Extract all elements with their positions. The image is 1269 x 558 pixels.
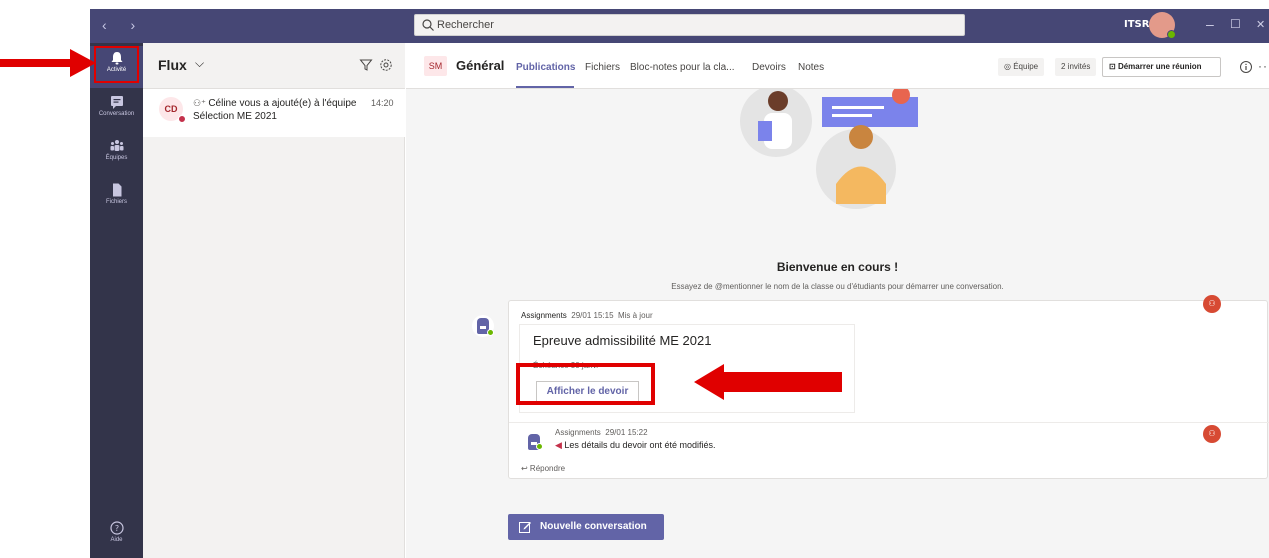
group-icon: ⚇ bbox=[1203, 295, 1221, 313]
conversation-area: Bienvenue en cours ! Essayez de @mention… bbox=[406, 89, 1269, 558]
highlight-box-activity bbox=[94, 46, 139, 83]
avatar: CD bbox=[159, 97, 186, 123]
channel-header: SM Général Publications Fichiers Bloc-no… bbox=[406, 43, 1269, 89]
welcome-title: Bienvenue en cours ! bbox=[776, 260, 899, 274]
divider bbox=[509, 422, 1269, 423]
activity-header: Flux ⌵ bbox=[143, 43, 405, 89]
rail-item-files[interactable]: Fichiers bbox=[90, 178, 143, 220]
welcome-subtitle: Essayez de @mentionner le nom de la clas… bbox=[671, 282, 1004, 291]
red-arrow-annotation bbox=[0, 49, 96, 77]
search-input[interactable]: Rechercher bbox=[414, 14, 965, 36]
activity-title[interactable]: Flux bbox=[158, 57, 187, 73]
new-conversation-label: Nouvelle conversation bbox=[540, 521, 647, 532]
highlight-box-view-assignment bbox=[516, 363, 655, 405]
assignments-bot-avatar bbox=[523, 431, 543, 451]
rail-item-label: Équipes bbox=[105, 155, 128, 161]
compose-icon bbox=[519, 522, 531, 533]
more-options-icon[interactable]: ··· bbox=[1258, 59, 1269, 73]
tab-publications[interactable]: Publications bbox=[516, 62, 575, 73]
app-rail: Activité Conversation Équipes Fichiers ?… bbox=[90, 43, 143, 558]
rail-item-help[interactable]: ? Aide bbox=[90, 516, 143, 558]
assignment-title: Epreuve admissibilité ME 2021 bbox=[533, 333, 712, 348]
post-author: Assignments bbox=[521, 311, 567, 320]
teams-window: ‹ › Rechercher ITSRA – ☐ ✕ Activité Conv… bbox=[0, 0, 1269, 558]
team-add-icon: ⚇⁺ bbox=[193, 98, 209, 108]
red-arrow-annotation bbox=[694, 364, 842, 400]
welcome-illustration bbox=[740, 89, 918, 209]
reply-author: Assignments bbox=[555, 428, 601, 437]
gear-icon[interactable] bbox=[379, 58, 393, 72]
activity-pane: Flux ⌵ CD ⚇⁺ Céline vous a ajouté(e) à l… bbox=[143, 43, 405, 558]
help-icon: ? bbox=[109, 521, 124, 535]
info-icon[interactable] bbox=[1239, 60, 1253, 74]
post-time: 29/01 15:15 bbox=[571, 311, 614, 320]
presence-busy-icon bbox=[178, 115, 186, 123]
user-avatar[interactable] bbox=[1149, 12, 1176, 39]
minimize-button[interactable]: – bbox=[1206, 16, 1214, 32]
video-camera-icon: ⊡ bbox=[1109, 62, 1118, 71]
team-avatar: SM bbox=[424, 56, 447, 76]
search-placeholder: Rechercher bbox=[437, 19, 494, 31]
chevron-down-icon[interactable]: ⌵ bbox=[195, 56, 204, 71]
rail-item-conversation[interactable]: Conversation bbox=[90, 90, 143, 132]
tab-grades[interactable]: Notes bbox=[798, 62, 824, 73]
megaphone-icon: ◀ bbox=[555, 440, 565, 450]
tab-assignments[interactable]: Devoirs bbox=[752, 62, 786, 73]
svg-text:?: ? bbox=[114, 524, 118, 533]
presence-available-icon bbox=[536, 443, 543, 450]
reply-time: 29/01 15:22 bbox=[605, 428, 648, 437]
rail-item-label: Aide bbox=[110, 537, 123, 543]
group-icon: ⚇ bbox=[1203, 425, 1221, 443]
start-meeting-button[interactable]: ⊡ Démarrer une réunion bbox=[1102, 57, 1221, 77]
guests-badge[interactable]: 2 invités bbox=[1055, 58, 1097, 76]
rail-item-label: Conversation bbox=[98, 111, 135, 117]
rail-item-label: Fichiers bbox=[105, 199, 127, 205]
maximize-button[interactable]: ☐ bbox=[1230, 17, 1241, 31]
feed-item-time: 14:20 bbox=[371, 98, 394, 108]
files-icon bbox=[112, 183, 121, 197]
reply-meta: Assignments 29/01 15:22 bbox=[555, 428, 648, 437]
rail-item-teams[interactable]: Équipes bbox=[90, 134, 143, 176]
assignments-bot-avatar bbox=[472, 315, 494, 337]
teams-icon bbox=[110, 140, 123, 151]
nav-arrows[interactable]: ‹ › bbox=[102, 17, 145, 33]
presence-available-icon bbox=[487, 329, 494, 336]
feed-item-content: ⚇⁺ Céline vous a ajouté(e) à l'équipe Sé… bbox=[193, 97, 363, 123]
feed-item-text: Céline vous a ajouté(e) à l'équipe Sélec… bbox=[193, 98, 357, 122]
reply-message: ◀ Les détails du devoir ont été modifiés… bbox=[555, 440, 716, 451]
close-button[interactable]: ✕ bbox=[1256, 18, 1265, 31]
reply-text: Les détails du devoir ont été modifiés. bbox=[564, 440, 716, 450]
reply-link[interactable]: ↩ Répondre bbox=[521, 464, 565, 473]
title-bar: ‹ › Rechercher ITSRA – ☐ ✕ bbox=[90, 9, 1269, 43]
chat-icon bbox=[110, 96, 123, 109]
activity-feed-item[interactable]: CD ⚇⁺ Céline vous a ajouté(e) à l'équipe… bbox=[143, 89, 405, 137]
filter-icon[interactable] bbox=[359, 58, 373, 72]
search-icon bbox=[422, 19, 434, 31]
avatar-initials: CD bbox=[164, 104, 178, 114]
channel-name: Général bbox=[456, 58, 505, 73]
team-button[interactable]: ◎ Équipe bbox=[998, 58, 1045, 76]
tab-files[interactable]: Fichiers bbox=[585, 62, 620, 73]
start-meeting-label: Démarrer une réunion bbox=[1117, 62, 1202, 71]
active-tab-indicator bbox=[516, 86, 574, 88]
tab-notebook[interactable]: Bloc-notes pour la cla... bbox=[630, 62, 735, 73]
presence-available-icon bbox=[1167, 30, 1176, 39]
new-conversation-button[interactable]: Nouvelle conversation bbox=[508, 514, 664, 540]
post-status: Mis à jour bbox=[617, 311, 653, 320]
post-meta: Assignments 29/01 15:15 Mis à jour bbox=[521, 311, 653, 320]
